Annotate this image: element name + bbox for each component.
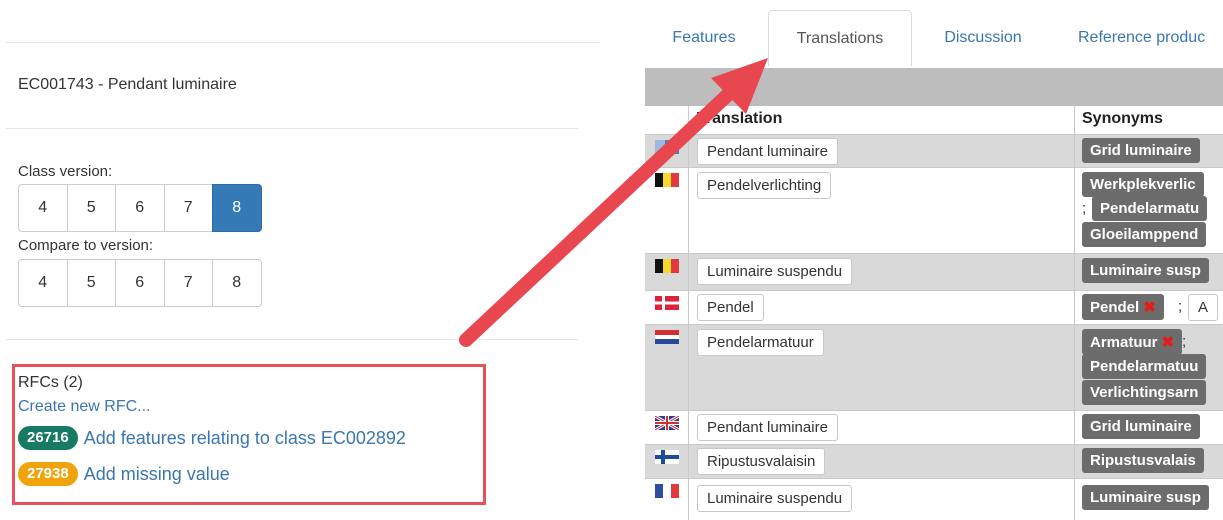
tab-features[interactable]: Features (650, 10, 758, 66)
compare-version-5-button[interactable]: 5 (66, 259, 116, 307)
flag-netherlands-icon (655, 330, 679, 344)
compare-version-8-button[interactable]: 8 (212, 259, 262, 307)
synonym-label: Pendel (1090, 299, 1140, 316)
create-rfc-link[interactable]: Create new RFC... (18, 398, 150, 416)
rfc-link[interactable]: Add missing value (84, 464, 230, 485)
flag-belgium-icon (655, 259, 679, 273)
synonym-separator: ; (1082, 200, 1087, 217)
synonym-tag-removable[interactable]: Pendel ✖ (1082, 294, 1164, 320)
translation-value[interactable]: Luminaire suspendu (697, 485, 853, 512)
class-version-group: 4 5 6 7 8 (18, 184, 262, 232)
translation-value[interactable]: Pendant luminaire (697, 414, 838, 441)
flag-denmark-icon (655, 296, 679, 310)
top-divider (6, 42, 600, 43)
synonym-tag-removable[interactable]: Armatuur ✖ (1082, 329, 1183, 355)
class-version-8-button[interactable]: 8 (212, 184, 262, 232)
synonym-tag[interactable]: Pendelarmatuu (1082, 354, 1207, 379)
flag-unknown-icon (655, 140, 679, 154)
class-version-7-button[interactable]: 7 (163, 184, 213, 232)
translation-value[interactable]: Pendel (697, 294, 764, 321)
synonym-tag[interactable]: Grid luminaire (1082, 414, 1200, 439)
synonym-label: Armatuur (1090, 334, 1158, 351)
row-divider (645, 324, 1223, 325)
class-version-label: Class version: (18, 163, 113, 180)
divider (6, 128, 578, 129)
column-divider (1074, 106, 1075, 520)
synonym-tag[interactable]: Werkplekverlic (1082, 172, 1204, 197)
row-divider (645, 410, 1223, 411)
compare-version-group: 4 5 6 7 8 (18, 259, 262, 307)
translation-value[interactable]: Ripustusvalaisin (697, 448, 826, 475)
translation-value[interactable]: Luminaire suspendu (697, 258, 853, 285)
synonym-tag[interactable]: Pendelarmatu (1092, 196, 1208, 221)
class-version-6-button[interactable]: 6 (115, 184, 165, 232)
divider (6, 339, 578, 340)
tab-reference-products[interactable]: Reference produc (1062, 10, 1223, 66)
synonym-tag[interactable]: Grid luminaire (1082, 138, 1200, 163)
table-toolbar (645, 68, 1223, 106)
flag-finland-icon (655, 450, 679, 464)
translation-value[interactable]: Pendant luminaire (697, 138, 838, 165)
tab-bar: Features Translations Discussion Referen… (650, 10, 1223, 66)
synonym-tag[interactable]: Luminaire susp (1082, 485, 1209, 510)
translation-value[interactable]: Pendelarmatuur (697, 329, 824, 356)
class-version-4-button[interactable]: 4 (18, 184, 68, 232)
compare-version-6-button[interactable]: 6 (115, 259, 165, 307)
synonym-separator: ; (1182, 333, 1187, 350)
synonym-separator: ; (1178, 298, 1183, 315)
row-divider (645, 290, 1223, 291)
class-title: EC001743 - Pendant luminaire (18, 76, 237, 93)
rfc-id-badge: 26716 (18, 426, 78, 450)
row-divider (645, 253, 1223, 254)
flag-uk-icon (655, 416, 679, 430)
row-divider (645, 134, 1223, 135)
synonym-value[interactable]: A (1188, 294, 1219, 321)
synonym-tag[interactable]: Ripustusvalais (1082, 448, 1204, 473)
rfc-link[interactable]: Add features relating to class EC002892 (84, 428, 406, 449)
row-divider (645, 478, 1223, 479)
rfc-item[interactable]: 27938 Add missing value (18, 462, 230, 486)
rfc-item[interactable]: 26716 Add features relating to class EC0… (18, 426, 406, 450)
translation-value[interactable]: Pendelverlichting (697, 172, 832, 199)
synonym-tag[interactable]: Verlichtingsarn (1082, 380, 1207, 405)
synonym-tag[interactable]: Gloeilamppend (1082, 222, 1207, 247)
compare-version-label: Compare to version: (18, 237, 154, 254)
rfc-title: RFCs (2) (18, 374, 83, 391)
tab-discussion[interactable]: Discussion (922, 10, 1044, 66)
flag-belgium-icon (655, 173, 679, 187)
row-divider (645, 167, 1223, 168)
tab-translations[interactable]: Translations (768, 10, 912, 66)
remove-icon[interactable]: ✖ (1162, 334, 1175, 351)
compare-version-7-button[interactable]: 7 (163, 259, 213, 307)
row-divider (645, 444, 1223, 445)
flag-france-icon (655, 484, 679, 498)
remove-icon[interactable]: ✖ (1143, 299, 1156, 316)
compare-version-4-button[interactable]: 4 (18, 259, 68, 307)
translations-table: Translation Synonyms Pendant luminaire P… (645, 68, 1223, 520)
synonym-tag[interactable]: Luminaire susp (1082, 258, 1209, 283)
class-version-5-button[interactable]: 5 (66, 184, 116, 232)
column-divider (688, 106, 689, 520)
rfc-id-badge: 27938 (18, 462, 78, 486)
